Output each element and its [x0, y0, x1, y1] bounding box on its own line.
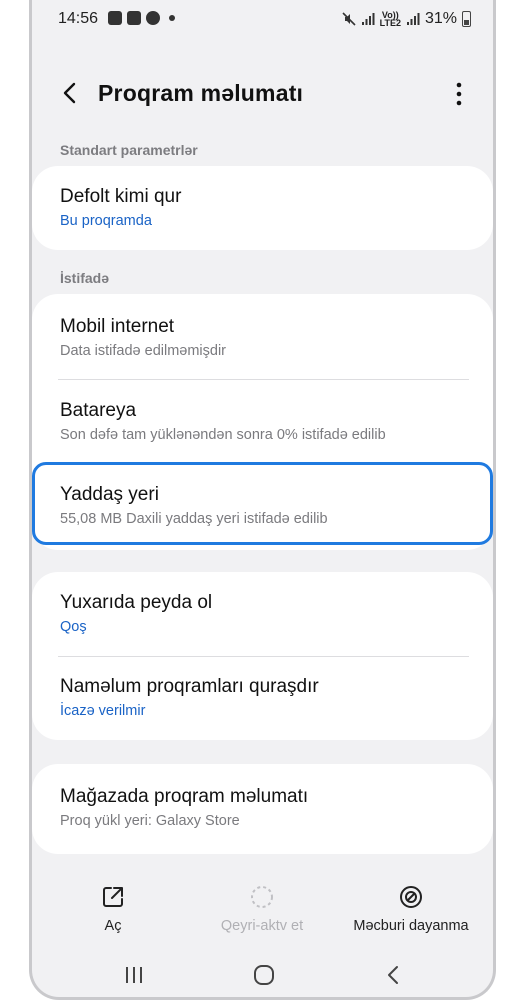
set-default-title: Defolt kimi qur — [60, 186, 182, 207]
section-label-usage: İstifadə — [60, 270, 110, 286]
appear-on-top-title: Yuxarıda peyda ol — [60, 592, 213, 613]
mobile-internet-subtitle: Data istifadə edilməmişdir — [60, 343, 227, 359]
unknown-apps-title: Naməlum proqramları quraşdır — [60, 676, 319, 697]
card-usage: Mobil internet Data istifadə edilməmişdi… — [32, 294, 493, 550]
storage-item[interactable]: Yaddaş yeri 55,08 MB Daxili yaddaş yeri … — [60, 484, 469, 527]
divider — [58, 656, 469, 657]
unknown-apps-subtitle: İcazə verilmir — [60, 703, 146, 719]
back-arrow-icon[interactable] — [56, 76, 86, 110]
divider — [58, 379, 469, 380]
disable-label: Qeyri-aktv et — [220, 918, 304, 934]
store-info-item[interactable]: Mağazada proqram məlumatı Proq yükl yeri… — [60, 786, 469, 829]
volte-indicator: Vo)) LTE2 — [379, 10, 401, 28]
open-button[interactable]: Aç — [38, 874, 188, 934]
battery-subtitle: Son dəfə tam yüklənəndən sonra 0% istifa… — [60, 427, 386, 443]
disable-icon — [251, 886, 273, 908]
open-external-icon — [103, 887, 123, 907]
store-info-title: Mağazada proqram məlumatı — [60, 786, 309, 807]
section-label-standard: Standart parametrlər — [60, 142, 198, 158]
more-notifications-icon — [169, 15, 175, 21]
navigation-bar — [32, 955, 493, 995]
signal-2-icon — [406, 13, 420, 25]
status-bar: 14:56 Vo)) LTE2 31% — [32, 6, 493, 32]
set-default-item[interactable]: Defolt kimi qur Bu proqramda — [60, 186, 469, 229]
card-store: Mağazada proqram məlumatı Proq yükl yeri… — [32, 764, 493, 854]
disable-button[interactable]: Qeyri-aktv et — [187, 874, 337, 934]
battery-item[interactable]: Batareya Son dəfə tam yüklənəndən sonra … — [60, 400, 469, 443]
app-bar: Proqram məlumatı — [32, 68, 493, 118]
back-nav-icon[interactable] — [380, 961, 408, 989]
mute-icon — [342, 12, 356, 26]
more-options-icon[interactable] — [455, 80, 463, 108]
mobile-internet-item[interactable]: Mobil internet Data istifadə edilməmişdi… — [60, 316, 469, 359]
notification-icons — [108, 11, 175, 25]
force-stop-button[interactable]: Məcburi dayanma — [336, 874, 486, 934]
card-advanced: Yuxarıda peyda ol Qoş Naməlum proqramlar… — [32, 572, 493, 740]
storage-title: Yaddaş yeri — [60, 484, 159, 505]
battery-title: Batareya — [60, 400, 137, 421]
open-label: Aç — [104, 918, 122, 934]
recent-apps-icon[interactable] — [120, 961, 148, 989]
set-default-subtitle: Bu proqramda — [60, 213, 152, 229]
signal-icon — [361, 13, 375, 25]
card-standard: Defolt kimi qur Bu proqramda — [32, 166, 493, 250]
phone-screen: 14:56 Vo)) LTE2 31% Proqram məlumatı Sta… — [29, 0, 496, 1000]
appear-on-top-subtitle: Qoş — [60, 619, 87, 635]
home-icon[interactable] — [250, 961, 278, 989]
bottom-action-bar: Aç Qeyri-aktv et Məcburi dayanma — [32, 874, 493, 944]
status-time: 14:56 — [58, 10, 99, 27]
page-title: Proqram məlumatı — [98, 80, 304, 106]
battery-percent: 31% — [424, 10, 457, 27]
force-stop-icon — [400, 886, 422, 908]
status-right: Vo)) LTE2 31% — [342, 10, 471, 28]
mobile-internet-title: Mobil internet — [60, 316, 175, 337]
force-stop-label: Məcburi dayanma — [353, 918, 469, 934]
store-info-subtitle: Proq yükl yeri: Galaxy Store — [60, 813, 240, 829]
storage-subtitle: 55,08 MB Daxili yaddaş yeri istifadə edi… — [60, 511, 328, 527]
battery-icon — [462, 11, 471, 27]
check-notification-icon — [127, 11, 141, 25]
gallery-notification-icon — [108, 11, 122, 25]
appear-on-top-item[interactable]: Yuxarıda peyda ol Qoş — [60, 592, 469, 635]
message-notification-icon — [146, 11, 160, 25]
unknown-apps-item[interactable]: Naməlum proqramları quraşdır İcazə veril… — [60, 676, 469, 719]
